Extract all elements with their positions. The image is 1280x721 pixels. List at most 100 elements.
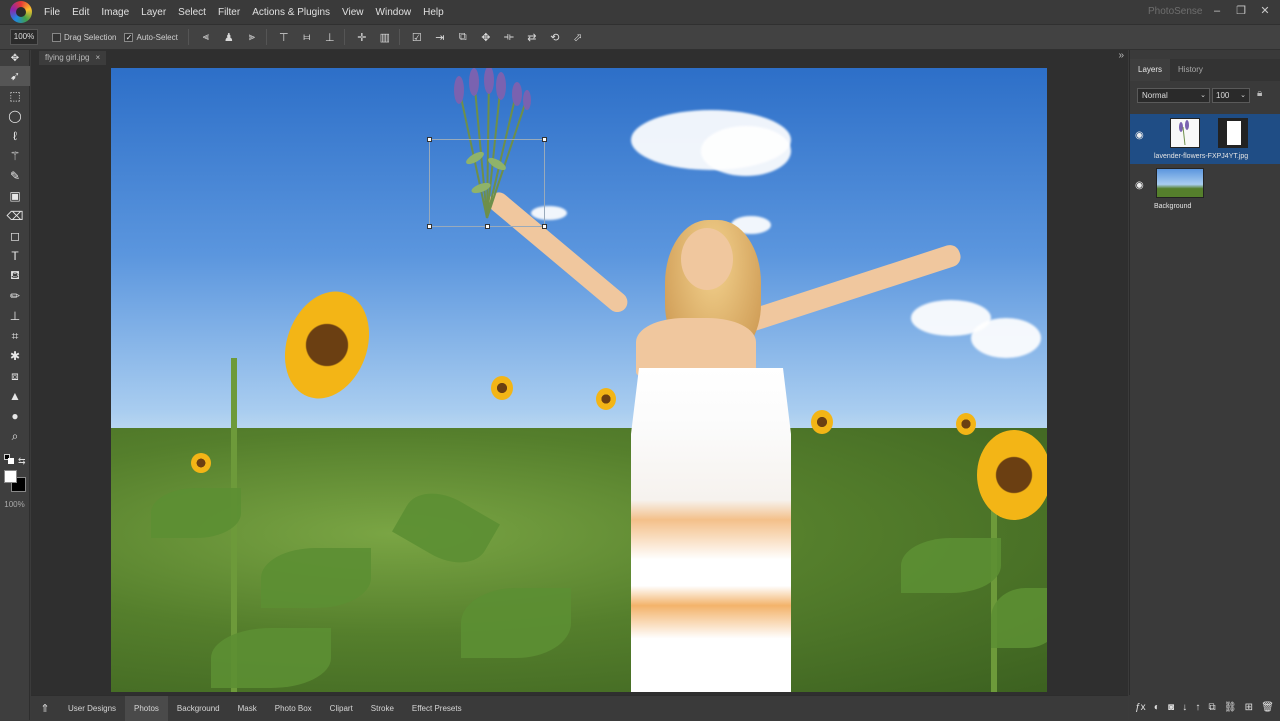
transform-handle[interactable] [542,224,547,229]
distribute-h-icon[interactable]: ✛ [352,28,372,46]
free-transform-icon[interactable]: ⬀ [568,28,588,46]
puzzle-tool-icon[interactable]: ⧈ [0,366,30,386]
align-top-icon[interactable]: ⊤ [274,28,294,46]
text-tool-icon[interactable]: T [0,246,30,266]
maximize-icon[interactable]: ❐ [1232,3,1250,19]
transform-handle[interactable] [485,224,490,229]
app-logo-icon [10,1,32,23]
distribute-v-icon[interactable]: ▥ [375,28,395,46]
layer-row-background[interactable]: ◉ Background [1130,164,1280,214]
zoom-field[interactable]: 100% [10,29,38,45]
tab-effect-presets[interactable]: Effect Presets [403,696,471,721]
move-tool-icon[interactable]: ✥ [0,50,30,66]
document-area: flying girl.jpg × » [31,50,1128,695]
menu-actions-plugins[interactable]: Actions & Plugins [246,7,336,18]
trash-icon[interactable]: 🗑︎ [1261,702,1274,713]
chevron-down-icon: ⌄ [1200,92,1206,99]
transform-handle[interactable] [427,224,432,229]
eye-icon[interactable]: ◉ [1135,180,1147,192]
pointer-tool-icon[interactable]: ➹ [0,66,30,86]
swap-colors-icon[interactable]: ⇆ [18,456,26,467]
tab-stroke[interactable]: Stroke [362,696,403,721]
transform-bounding-box[interactable] [427,137,547,229]
marquee-tool-icon[interactable]: ⬚ [0,86,30,106]
tab-layers[interactable]: Layers [1130,59,1171,81]
move-down-icon[interactable]: ↓ [1182,702,1187,713]
menu-view[interactable]: View [336,7,370,18]
magic-wand-tool-icon[interactable]: ⚚ [0,146,30,166]
opacity-select[interactable]: 100 ⌄ [1212,88,1250,103]
blur-tool-icon[interactable]: ● [0,406,30,426]
menu-filter[interactable]: Filter [212,7,246,18]
object-select-tool-icon[interactable]: ▣ [0,186,30,206]
align-middle-icon[interactable]: ⧦ [297,28,317,46]
tab-background[interactable]: Background [168,696,229,721]
ellipse-select-tool-icon[interactable]: ◯ [0,106,30,126]
menu-edit[interactable]: Edit [66,7,95,18]
rotate-icon[interactable]: ⟲ [545,28,565,46]
fill-tool-icon[interactable]: ⛾ [0,266,30,286]
align-left-icon[interactable]: ⫷ [196,28,216,46]
bring-forward-icon[interactable]: ⇥ [430,28,450,46]
commit-transform-icon[interactable]: ☑ [407,28,427,46]
center-h-icon[interactable]: ✥ [476,28,496,46]
flip-icon[interactable]: ⇄ [522,28,542,46]
blend-mode-select[interactable]: Normal ⌄ [1137,88,1210,103]
new-layer-icon[interactable]: ⊞ [1245,702,1253,713]
align-right-icon[interactable]: ⫸ [242,28,262,46]
fx-icon[interactable]: ƒx [1135,702,1146,713]
brush-select-tool-icon[interactable]: ✎ [0,166,30,186]
menu-window[interactable]: Window [370,7,418,18]
layer-name: Background [1154,203,1192,210]
brush-tool-icon[interactable]: ✏ [0,286,30,306]
close-icon[interactable]: ✕ [1256,3,1274,19]
adjustment-icon[interactable]: ◐ [1154,702,1160,713]
duplicate-icon[interactable]: ⧉ [1209,702,1216,713]
tab-history[interactable]: History [1170,59,1211,81]
eraser-tool-icon[interactable]: ⌫ [0,206,30,226]
move-up-icon[interactable]: ↑ [1195,702,1200,713]
stamp-tool-icon[interactable]: ⊥ [0,306,30,326]
tab-photo-box[interactable]: Photo Box [266,696,321,721]
zoom-tool-icon[interactable]: ⌕ [0,426,30,446]
tab-clipart[interactable]: Clipart [321,696,362,721]
arrange-icon[interactable]: ⧉ [453,28,473,46]
minimize-icon[interactable]: – [1208,3,1226,19]
tab-user-designs[interactable]: User Designs [59,696,125,721]
tab-mask[interactable]: Mask [229,696,266,721]
transform-handle[interactable] [542,137,547,142]
foreground-color[interactable] [4,470,17,483]
shape-tool-icon[interactable]: ◻ [0,226,30,246]
tab-close-icon[interactable]: × [95,51,100,65]
expand-up-icon[interactable]: ⇑ [31,702,59,715]
mask-icon[interactable]: ◙ [1168,702,1174,713]
layer-row-lavender[interactable]: ◉ lavender-flowers-FXPJ4YT.jpg [1130,114,1280,164]
crop-tool-icon[interactable]: ⌗ [0,326,30,346]
document-tab[interactable]: flying girl.jpg × [39,51,107,65]
menu-select[interactable]: Select [172,7,212,18]
eye-icon[interactable]: ◉ [1135,130,1147,142]
sharpen-tool-icon[interactable]: ▲ [0,386,30,406]
lock-icon[interactable]: 🔒︎ [1257,88,1262,99]
align-center-h-icon[interactable]: ♟ [219,28,239,46]
layers-panel: Layers History Normal ⌄ 100 ⌄ 🔒︎ ◉ laven… [1129,50,1280,695]
drag-selection-checkbox[interactable]: Drag Selection [52,32,116,42]
center-v-icon[interactable]: ⟛ [499,28,519,46]
bottom-bar: ⇑ User Designs Photos Background Mask Ph… [31,695,1128,721]
menu-image[interactable]: Image [95,7,135,18]
image-canvas[interactable] [111,68,1047,692]
lasso-tool-icon[interactable]: ℓ [0,126,30,146]
blend-mode-value: Normal [1142,91,1168,100]
transform-handle[interactable] [427,137,432,142]
menu-layer[interactable]: Layer [135,7,172,18]
auto-select-checkbox[interactable]: ✓ Auto-Select [124,32,178,42]
menu-file[interactable]: File [38,7,66,18]
tab-photos[interactable]: Photos [125,695,168,721]
color-swatches[interactable]: ⇆ [0,446,30,492]
healing-tool-icon[interactable]: ✱ [0,346,30,366]
link-icon[interactable]: ⛓ [1224,702,1237,713]
align-bottom-icon[interactable]: ⊥ [320,28,340,46]
menu-help[interactable]: Help [417,7,450,18]
collapse-panels-icon[interactable]: » [1118,50,1124,61]
layers-actions-bar: ƒx ◐ ◙ ↓ ↑ ⧉ ⛓ ⊞ 🗑︎ [1129,695,1280,720]
